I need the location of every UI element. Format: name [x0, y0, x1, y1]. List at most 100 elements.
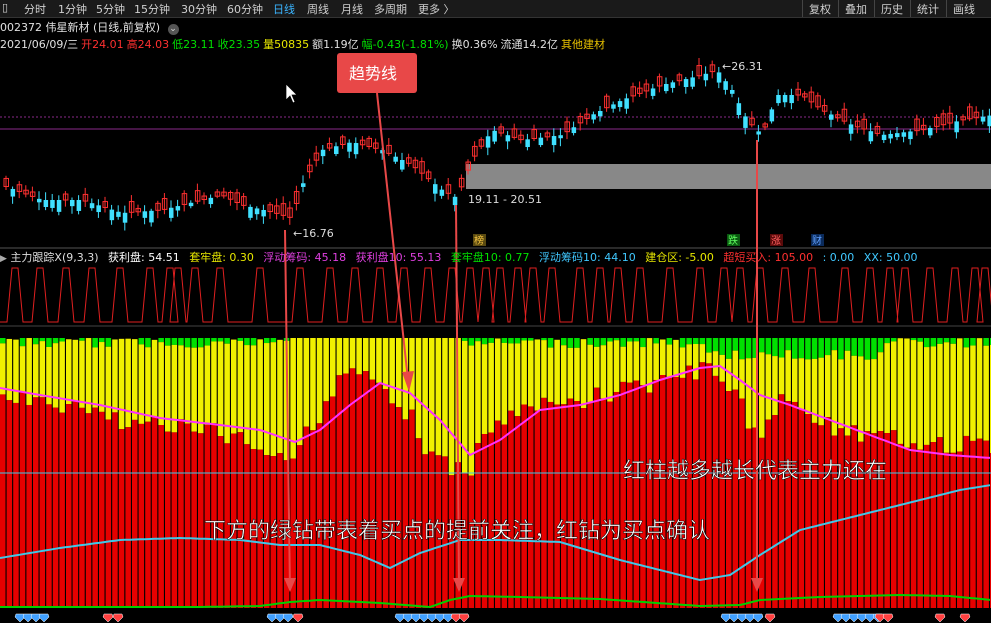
bar-green-141: [930, 338, 937, 347]
bar-red-9: [59, 412, 65, 608]
bar-yellow-146: [963, 347, 970, 436]
diamond-icon-34: [882, 613, 894, 623]
bar-yellow-70: [462, 340, 468, 474]
candle-21: [142, 211, 148, 218]
bar-red-140: [924, 444, 930, 608]
bar-yellow-45: [297, 338, 303, 446]
bar-red-0: [0, 394, 6, 608]
bar-red-137: [904, 447, 910, 608]
bar-red-84: [554, 404, 560, 608]
bar-red-148: [976, 438, 983, 608]
bar-red-138: [910, 443, 917, 608]
chart-window: ▯ 分时 1分钟 5分钟 15分钟 30分钟 60分钟 日线 周线 月线 多周期…: [0, 0, 991, 623]
bar-red-143: [943, 452, 950, 608]
bar-green-99: [653, 338, 659, 344]
candle-89: [591, 114, 596, 120]
bar-red-145: [957, 451, 963, 608]
bar-red-116: [765, 419, 772, 608]
bar-green-132: [871, 338, 877, 360]
bar-red-103: [679, 377, 686, 608]
mouse-cursor-icon: [285, 83, 298, 104]
bar-green-16: [105, 338, 112, 347]
chart-canvas: ←26.31 ←16.76 19.11 - 20.51 榜 跌 涨 财 趋势线 …: [0, 53, 991, 623]
bar-green-97: [640, 338, 646, 348]
bar-yellow-75: [495, 338, 501, 421]
diamond-icon-26: [764, 613, 776, 623]
bar-yellow-78: [514, 343, 521, 417]
indicator-settings-icon[interactable]: ▶: [0, 254, 7, 264]
bar-red-10: [66, 404, 72, 608]
bar-green-129: [851, 338, 857, 356]
bar-yellow-73: [481, 344, 488, 434]
bar-yellow-74: [488, 342, 494, 433]
bar-yellow-145: [957, 338, 963, 452]
bar-yellow-90: [594, 346, 600, 388]
bar-yellow-6: [39, 341, 46, 398]
bar-red-83: [547, 401, 554, 608]
bar-red-105: [693, 379, 699, 608]
bar-green-32: [211, 338, 217, 342]
candle-94: [624, 98, 629, 109]
candle-117: [776, 95, 781, 104]
candle-103: [683, 79, 689, 87]
indicator-field-5: 浮动筹码10: 44.10: [535, 251, 636, 264]
bar-yellow-71: [468, 345, 475, 476]
bar-yellow-138: [910, 340, 917, 444]
bar-yellow-99: [653, 343, 659, 380]
bar-green-6: [39, 338, 46, 342]
event-tag-bang[interactable]: 榜: [473, 234, 486, 247]
bar-yellow-29: [191, 347, 197, 432]
annotation-diamonds: 下方的绿钻带表着买点的提前关注，红钻为买点确认: [204, 519, 710, 544]
indicator-field-4: 套牢盘10: 0.77: [447, 251, 530, 264]
bar-green-25: [165, 338, 171, 346]
bar-red-113: [745, 428, 752, 608]
bar-green-93: [613, 338, 620, 341]
bar-red-5: [33, 397, 39, 608]
bar-green-121: [798, 338, 805, 359]
bar-green-130: [858, 338, 864, 357]
candle-8: [56, 200, 62, 212]
candle-90: [598, 111, 603, 117]
bar-yellow-60: [396, 338, 402, 408]
bar-yellow-122: [805, 359, 811, 415]
bar-red-109: [719, 381, 725, 608]
bar-green-71: [468, 338, 475, 346]
bar-yellow-53: [349, 338, 356, 369]
candle-52: [347, 142, 352, 152]
bar-red-16: [105, 419, 112, 608]
candle-65: [433, 184, 438, 194]
bar-green-142: [937, 338, 943, 344]
bar-yellow-68: [448, 338, 455, 476]
bar-yellow-144: [950, 343, 956, 453]
bar-green-78: [514, 338, 521, 344]
bar-red-120: [792, 401, 798, 608]
bar-green-147: [970, 338, 976, 346]
bar-yellow-93: [613, 340, 620, 392]
bar-yellow-102: [673, 339, 679, 378]
bar-yellow-58: [382, 338, 389, 389]
bar-green-143: [943, 338, 950, 343]
event-tag-cai[interactable]: 财: [811, 234, 824, 247]
candle-98: [650, 88, 656, 96]
candle-5: [37, 198, 42, 203]
bar-green-103: [679, 338, 686, 348]
event-tag-die[interactable]: 跌: [727, 234, 740, 247]
candle-135: [895, 133, 900, 138]
bar-red-27: [178, 419, 184, 608]
annotation-red-bars: 红柱越多越长代表主力还在: [623, 459, 887, 484]
candle-28: [188, 202, 194, 207]
bar-green-115: [759, 338, 765, 353]
candle-66: [439, 189, 445, 196]
candle-137: [908, 131, 913, 140]
candle-86: [571, 127, 577, 134]
diamond-icon-5: [112, 613, 124, 623]
bar-red-17: [112, 412, 118, 608]
bar-green-111: [732, 338, 739, 351]
indicator-name[interactable]: 主力跟踪X(9,3,3): [10, 251, 98, 264]
candle-128: [848, 124, 854, 134]
bar-green-107: [706, 338, 712, 353]
candle-74: [492, 130, 497, 142]
event-tag-zhang[interactable]: 涨: [770, 234, 783, 247]
bar-yellow-24: [158, 342, 164, 425]
bar-red-127: [838, 428, 844, 608]
